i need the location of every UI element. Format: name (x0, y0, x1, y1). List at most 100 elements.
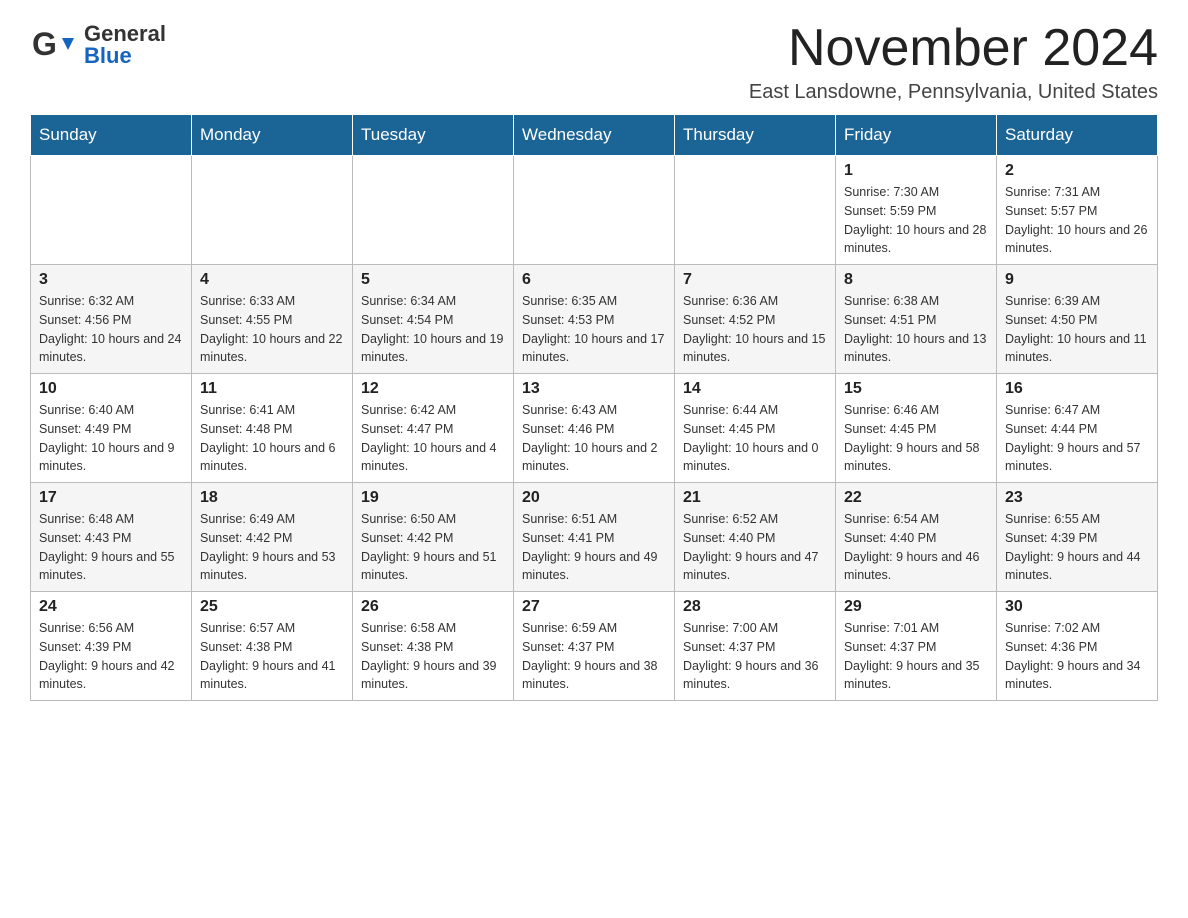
calendar-cell-3-7: 16 Sunrise: 6:47 AMSunset: 4:44 PMDayligh… (997, 374, 1158, 483)
calendar-cell-4-7: 23Sunrise: 6:55 AMSunset: 4:39 PMDayligh… (997, 483, 1158, 592)
calendar-cell-5-5: 28 Sunrise: 7:00 AMSunset: 4:37 PMDayligh… (675, 592, 836, 701)
calendar-cell-1-1 (31, 156, 192, 265)
day-info: Sunrise: 7:01 AMSunset: 4:37 PMDaylight:… (844, 619, 988, 694)
day-number: 18 (200, 489, 344, 507)
calendar-cell-1-4 (514, 156, 675, 265)
day-number: 19 (361, 489, 505, 507)
day-number: 11 (200, 380, 344, 398)
calendar-cell-4-1: 17 Sunrise: 6:48 AMSunset: 4:43 PMDayligh… (31, 483, 192, 592)
day-info: Sunrise: 6:52 AMSunset: 4:40 PMDaylight:… (683, 510, 827, 585)
calendar-cell-3-3: 12Sunrise: 6:42 AMSunset: 4:47 PMDayligh… (353, 374, 514, 483)
day-number: 10 (39, 380, 183, 398)
day-info: Sunrise: 6:32 AMSunset: 4:56 PMDaylight:… (39, 292, 183, 367)
page-header: G General Blue November 2024 East Lansdo… (30, 20, 1158, 104)
month-title: November 2024 (749, 20, 1158, 77)
day-info: Sunrise: 6:58 AMSunset: 4:38 PMDaylight:… (361, 619, 505, 694)
day-info: Sunrise: 6:50 AMSunset: 4:42 PMDaylight:… (361, 510, 505, 585)
day-info: Sunrise: 6:43 AMSunset: 4:46 PMDaylight:… (522, 401, 666, 476)
day-info: Sunrise: 6:51 AMSunset: 4:41 PMDaylight:… (522, 510, 666, 585)
day-number: 23 (1005, 489, 1149, 507)
day-number: 29 (844, 598, 988, 616)
day-number: 9 (1005, 271, 1149, 289)
calendar-cell-4-4: 20 Sunrise: 6:51 AMSunset: 4:41 PMDayligh… (514, 483, 675, 592)
day-number: 28 (683, 598, 827, 616)
calendar-cell-1-5 (675, 156, 836, 265)
day-number: 30 (1005, 598, 1149, 616)
day-info: Sunrise: 6:41 AMSunset: 4:48 PMDaylight:… (200, 401, 344, 476)
day-info: Sunrise: 6:48 AMSunset: 4:43 PMDaylight:… (39, 510, 183, 585)
calendar-cell-2-6: 8 Sunrise: 6:38 AMSunset: 4:51 PMDaylight… (836, 265, 997, 374)
calendar-cell-2-5: 7Sunrise: 6:36 AMSunset: 4:52 PMDaylight… (675, 265, 836, 374)
day-number: 26 (361, 598, 505, 616)
day-number: 27 (522, 598, 666, 616)
day-number: 6 (522, 271, 666, 289)
weekday-header-friday: Friday (836, 115, 997, 156)
day-info: Sunrise: 6:34 AMSunset: 4:54 PMDaylight:… (361, 292, 505, 367)
calendar-cell-5-4: 27 Sunrise: 6:59 AMSunset: 4:37 PMDayligh… (514, 592, 675, 701)
day-info: Sunrise: 6:49 AMSunset: 4:42 PMDaylight:… (200, 510, 344, 585)
weekday-header-tuesday: Tuesday (353, 115, 514, 156)
day-number: 17 (39, 489, 183, 507)
calendar-cell-4-6: 22 Sunrise: 6:54 AMSunset: 4:40 PMDayligh… (836, 483, 997, 592)
day-number: 22 (844, 489, 988, 507)
day-info: Sunrise: 6:33 AMSunset: 4:55 PMDaylight:… (200, 292, 344, 367)
weekday-header-row: SundayMondayTuesdayWednesdayThursdayFrid… (31, 115, 1158, 156)
day-number: 24 (39, 598, 183, 616)
calendar-cell-5-1: 24Sunrise: 6:56 AMSunset: 4:39 PMDayligh… (31, 592, 192, 701)
calendar-cell-5-2: 25 Sunrise: 6:57 AMSunset: 4:38 PMDayligh… (192, 592, 353, 701)
day-info: Sunrise: 6:54 AMSunset: 4:40 PMDaylight:… (844, 510, 988, 585)
calendar-cell-3-4: 13Sunrise: 6:43 AMSunset: 4:46 PMDayligh… (514, 374, 675, 483)
calendar-cell-5-3: 26 Sunrise: 6:58 AMSunset: 4:38 PMDayligh… (353, 592, 514, 701)
day-info: Sunrise: 6:47 AMSunset: 4:44 PMDaylight:… (1005, 401, 1149, 476)
calendar-week-4: 17 Sunrise: 6:48 AMSunset: 4:43 PMDayligh… (31, 483, 1158, 592)
day-number: 5 (361, 271, 505, 289)
calendar-table: SundayMondayTuesdayWednesdayThursdayFrid… (30, 114, 1158, 701)
day-number: 14 (683, 380, 827, 398)
calendar-cell-2-1: 3 Sunrise: 6:32 AMSunset: 4:56 PMDaylight… (31, 265, 192, 374)
day-info: Sunrise: 6:42 AMSunset: 4:47 PMDaylight:… (361, 401, 505, 476)
logo-blue-text: Blue (84, 45, 166, 67)
calendar-cell-5-7: 30 Sunrise: 7:02 AMSunset: 4:36 PMDayligh… (997, 592, 1158, 701)
day-number: 25 (200, 598, 344, 616)
day-number: 3 (39, 271, 183, 289)
calendar-header: SundayMondayTuesdayWednesdayThursdayFrid… (31, 115, 1158, 156)
calendar-cell-4-3: 19 Sunrise: 6:50 AMSunset: 4:42 PMDayligh… (353, 483, 514, 592)
day-number: 20 (522, 489, 666, 507)
day-number: 15 (844, 380, 988, 398)
day-info: Sunrise: 7:02 AMSunset: 4:36 PMDaylight:… (1005, 619, 1149, 694)
calendar-cell-3-1: 10 Sunrise: 6:40 AMSunset: 4:49 PMDayligh… (31, 374, 192, 483)
day-info: Sunrise: 6:46 AMSunset: 4:45 PMDaylight:… (844, 401, 988, 476)
weekday-header-thursday: Thursday (675, 115, 836, 156)
calendar-week-5: 24Sunrise: 6:56 AMSunset: 4:39 PMDayligh… (31, 592, 1158, 701)
day-info: Sunrise: 6:36 AMSunset: 4:52 PMDaylight:… (683, 292, 827, 367)
logo-general-text: General (84, 23, 166, 45)
title-block: November 2024 East Lansdowne, Pennsylvan… (749, 20, 1158, 104)
day-info: Sunrise: 6:57 AMSunset: 4:38 PMDaylight:… (200, 619, 344, 694)
calendar-cell-1-3 (353, 156, 514, 265)
day-info: Sunrise: 6:40 AMSunset: 4:49 PMDaylight:… (39, 401, 183, 476)
day-info: Sunrise: 6:38 AMSunset: 4:51 PMDaylight:… (844, 292, 988, 367)
calendar-cell-1-7: 2 Sunrise: 7:31 AMSunset: 5:57 PMDaylight… (997, 156, 1158, 265)
day-info: Sunrise: 7:30 AMSunset: 5:59 PMDaylight:… (844, 183, 988, 258)
day-info: Sunrise: 7:31 AMSunset: 5:57 PMDaylight:… (1005, 183, 1149, 258)
day-number: 2 (1005, 162, 1149, 180)
day-info: Sunrise: 6:59 AMSunset: 4:37 PMDaylight:… (522, 619, 666, 694)
day-info: Sunrise: 6:44 AMSunset: 4:45 PMDaylight:… (683, 401, 827, 476)
calendar-cell-3-5: 14 Sunrise: 6:44 AMSunset: 4:45 PMDayligh… (675, 374, 836, 483)
logo: G General Blue (30, 20, 166, 70)
calendar-cell-2-3: 5 Sunrise: 6:34 AMSunset: 4:54 PMDaylight… (353, 265, 514, 374)
calendar-week-2: 3 Sunrise: 6:32 AMSunset: 4:56 PMDaylight… (31, 265, 1158, 374)
calendar-cell-1-6: 1Sunrise: 7:30 AMSunset: 5:59 PMDaylight… (836, 156, 997, 265)
calendar-cell-4-5: 21Sunrise: 6:52 AMSunset: 4:40 PMDayligh… (675, 483, 836, 592)
calendar-cell-1-2 (192, 156, 353, 265)
day-info: Sunrise: 7:00 AMSunset: 4:37 PMDaylight:… (683, 619, 827, 694)
weekday-header-sunday: Sunday (31, 115, 192, 156)
calendar-cell-4-2: 18 Sunrise: 6:49 AMSunset: 4:42 PMDayligh… (192, 483, 353, 592)
calendar-cell-3-2: 11 Sunrise: 6:41 AMSunset: 4:48 PMDayligh… (192, 374, 353, 483)
day-number: 8 (844, 271, 988, 289)
day-info: Sunrise: 6:35 AMSunset: 4:53 PMDaylight:… (522, 292, 666, 367)
day-number: 16 (1005, 380, 1149, 398)
day-number: 4 (200, 271, 344, 289)
weekday-header-saturday: Saturday (997, 115, 1158, 156)
day-info: Sunrise: 6:39 AMSunset: 4:50 PMDaylight:… (1005, 292, 1149, 367)
